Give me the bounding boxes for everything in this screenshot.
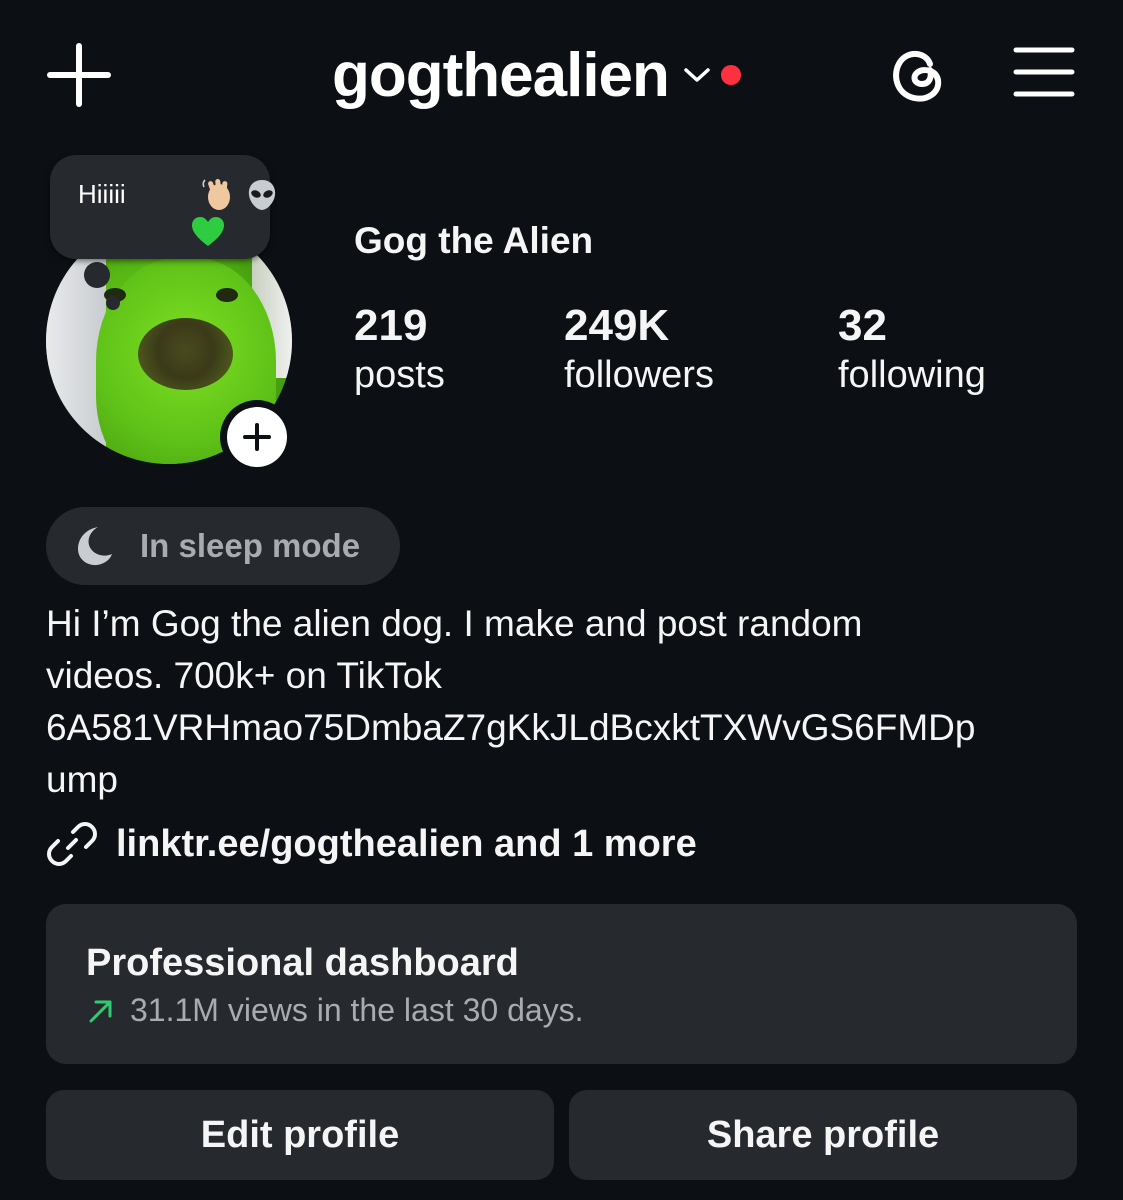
create-button[interactable] (46, 42, 112, 108)
note-bubble-tail (84, 262, 110, 288)
account-switcher[interactable]: gogthealien (332, 35, 741, 115)
username: gogthealien (332, 40, 670, 110)
dashboard-subtitle: 31.1M views in the last 30 days. (86, 992, 584, 1029)
top-bar: gogthealien (0, 0, 1123, 150)
threads-icon (893, 51, 942, 102)
edit-profile-button[interactable]: Edit profile (46, 1090, 554, 1180)
bio: Hi I’m Gog the alien dog. I make and pos… (46, 598, 1086, 806)
bio-line: Hi I’m Gog the alien dog. I make and pos… (46, 603, 863, 644)
trend-up-arrow-icon (89, 1000, 112, 1022)
dashboard-title: Professional dashboard (86, 942, 519, 984)
threads-button[interactable] (884, 40, 952, 108)
plus-icon (243, 423, 271, 451)
stat-value: 249K (564, 301, 670, 350)
bio-line: videos. 700k+ on TikTok (46, 655, 442, 696)
chevron-down-icon (684, 68, 710, 82)
stat-value: 219 (354, 301, 428, 350)
note-text: Hiiiii (78, 179, 126, 209)
bio-line: ump (46, 759, 118, 800)
note-bubble-tail (106, 296, 120, 310)
avatar-eye (216, 288, 238, 302)
stat-value: 32 (838, 301, 887, 350)
link-text: linktr.ee/gogthealien and 1 more (116, 822, 697, 865)
stat-label: posts (354, 354, 445, 396)
plus-icon (47, 43, 111, 107)
bio-line: 6A581VRHmao75DmbaZ7gKkJLdBcxktTXWvGS6FMD… (46, 707, 976, 748)
add-story-button[interactable] (220, 400, 294, 474)
status-pill[interactable]: In sleep mode (46, 507, 400, 585)
stat-posts[interactable]: 219 posts (354, 300, 445, 398)
stat-followers[interactable]: 249K followers (564, 300, 714, 398)
stat-label: following (838, 354, 986, 396)
share-profile-button[interactable]: Share profile (569, 1090, 1077, 1180)
profile-page: gogthealien Hiiiii Gog the Alien 219 pos… (0, 0, 1123, 1200)
stat-following[interactable]: 32 following (838, 300, 986, 398)
dashboard-views-text: 31.1M views in the last 30 days. (130, 992, 584, 1028)
status-text: In sleep mode (140, 527, 361, 564)
note-emojis (200, 177, 280, 213)
professional-dashboard-card[interactable]: Professional dashboard 31.1M views in th… (46, 904, 1077, 1064)
hamburger-menu-icon (1013, 47, 1075, 97)
note-bubble[interactable]: Hiiiii (50, 155, 276, 259)
moon-icon (78, 527, 112, 566)
waving-hand-icon (202, 178, 230, 210)
bio-link[interactable]: linktr.ee/gogthealien and 1 more (46, 814, 697, 874)
notification-dot (720, 65, 741, 85)
alien-icon (248, 180, 276, 210)
display-name: Gog the Alien (354, 220, 594, 261)
avatar-snout (138, 318, 233, 390)
link-icon (47, 822, 97, 866)
green-heart-icon (192, 217, 224, 246)
menu-button[interactable] (1012, 44, 1076, 100)
stat-label: followers (564, 354, 714, 396)
